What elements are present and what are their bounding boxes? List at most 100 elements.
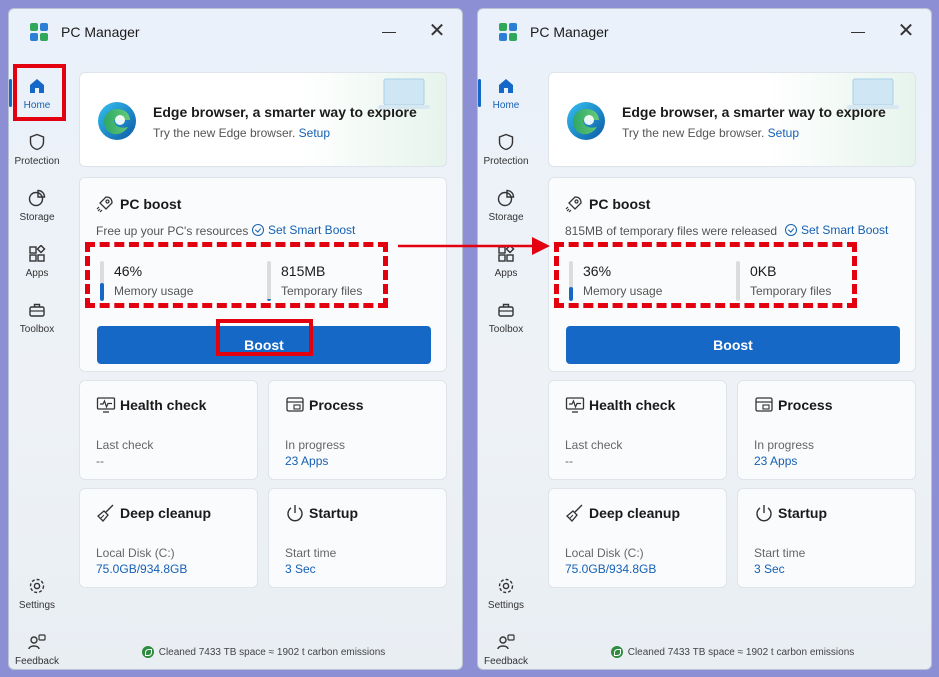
toolbox-icon <box>496 300 516 320</box>
sidebar-nav: Home Protection Storage Apps Toolbox Set… <box>9 65 65 669</box>
sidebar-item-apps[interactable]: Apps <box>9 233 65 289</box>
smart-boost-icon <box>785 224 797 236</box>
startup-value: 3 Sec <box>285 562 316 576</box>
sidebar-item-home[interactable]: Home <box>9 65 65 121</box>
gear-icon <box>27 576 47 596</box>
deep-cleanup-card[interactable]: Deep cleanup Local Disk (C:) 75.0GB/934.… <box>79 488 258 588</box>
process-card[interactable]: Process In progress 23 Apps <box>268 380 447 480</box>
temporary-files-bar <box>736 261 740 301</box>
process-value: 23 Apps <box>754 454 798 468</box>
close-button[interactable]: ✕ <box>895 21 917 43</box>
sidebar-item-label: Protection <box>14 155 60 167</box>
deep-cleanup-title: Deep cleanup <box>589 505 681 521</box>
sidebar-item-label: Toolbox <box>19 323 55 335</box>
carbon-footer: Cleaned 7433 TB space ≈ 1902 t carbon em… <box>65 646 462 658</box>
temporary-files-bar <box>267 261 271 301</box>
edge-promo-card[interactable]: Edge browser, a smarter way to explore T… <box>548 72 916 167</box>
set-smart-boost-link[interactable]: Set Smart Boost <box>785 223 888 237</box>
set-smart-boost-link[interactable]: Set Smart Boost <box>252 223 355 237</box>
deep-cleanup-value: 75.0GB/934.8GB <box>96 562 188 576</box>
minimize-button[interactable] <box>378 21 400 43</box>
pc-boost-card: PC boost Free up your PC's resources Set… <box>79 177 447 372</box>
memory-usage-fill <box>569 286 573 301</box>
startup-card[interactable]: Startup Start time 3 Sec <box>268 488 447 588</box>
shield-icon <box>496 132 516 152</box>
transition-arrow-icon <box>398 237 550 255</box>
edge-setup-link[interactable]: Setup <box>299 126 330 140</box>
laptop-illustration-icon <box>378 78 430 109</box>
sidebar-item-settings[interactable]: Settings <box>478 565 534 621</box>
sidebar-item-protection[interactable]: Protection <box>9 121 65 177</box>
sidebar-item-toolbox[interactable]: Toolbox <box>9 289 65 345</box>
pc-boost-description: Free up your PC's resources <box>96 224 249 238</box>
close-button[interactable]: ✕ <box>426 21 448 43</box>
sidebar-item-label: Storage <box>488 211 524 223</box>
pc-boost-card: PC boost 815MB of temporary files were r… <box>548 177 916 372</box>
sidebar-item-feedback[interactable]: Feedback <box>478 621 534 669</box>
app-title: PC Manager <box>61 24 140 40</box>
carbon-footer-text: Cleaned 7433 TB space ≈ 1902 t carbon em… <box>158 646 386 658</box>
smart-boost-label: Set Smart Boost <box>801 223 889 237</box>
pc-manager-logo-icon <box>30 23 48 41</box>
edge-logo-icon <box>567 102 605 140</box>
edge-setup-link[interactable]: Setup <box>768 126 799 140</box>
process-icon <box>286 397 304 412</box>
process-icon <box>755 397 773 412</box>
health-check-value: -- <box>565 454 573 468</box>
startup-card[interactable]: Startup Start time 3 Sec <box>737 488 916 588</box>
rocket-icon <box>96 196 113 213</box>
sidebar-nav: Home Protection Storage Apps Toolbox Set… <box>478 65 534 669</box>
health-check-card[interactable]: Health check Last check -- <box>548 380 727 480</box>
sidebar-item-label: Apps <box>25 267 49 279</box>
boost-button[interactable]: Boost <box>566 326 900 364</box>
carbon-footer: Cleaned 7433 TB space ≈ 1902 t carbon em… <box>534 646 931 658</box>
temporary-files-label: Temporary files <box>750 284 832 298</box>
apps-grid-icon <box>27 244 47 264</box>
health-check-card[interactable]: Health check Last check -- <box>79 380 258 480</box>
process-value: 23 Apps <box>285 454 329 468</box>
health-check-label: Last check <box>96 438 154 452</box>
startup-value: 3 Sec <box>754 562 785 576</box>
memory-usage-bar <box>569 261 573 301</box>
carbon-footer-text: Cleaned 7433 TB space ≈ 1902 t carbon em… <box>627 646 855 658</box>
temporary-files-value: 0KB <box>750 263 777 279</box>
sidebar-item-storage[interactable]: Storage <box>9 177 65 233</box>
boost-button[interactable]: Boost <box>97 326 431 364</box>
pc-boost-title: PC boost <box>589 196 651 212</box>
edge-logo-icon <box>98 102 136 140</box>
pc-boost-title: PC boost <box>120 196 182 212</box>
leaf-icon <box>610 646 623 658</box>
temporary-files-value: 815MB <box>281 263 326 279</box>
leaf-icon <box>141 646 154 658</box>
edge-promo-subtitle: Try the new Edge browser. Setup <box>153 126 330 140</box>
sidebar-item-toolbox[interactable]: Toolbox <box>478 289 534 345</box>
sidebar-item-label: Settings <box>18 599 56 611</box>
sidebar-item-label: Feedback <box>484 655 528 667</box>
process-label: In progress <box>754 438 815 452</box>
process-title: Process <box>309 397 364 413</box>
titlebar: PC Manager ✕ <box>9 9 462 55</box>
memory-usage-bar <box>100 261 104 301</box>
sidebar-item-label: Protection <box>483 155 529 167</box>
smart-boost-icon <box>252 224 264 236</box>
sidebar-item-storage[interactable]: Storage <box>478 177 534 233</box>
minimize-button[interactable] <box>847 21 869 43</box>
feedback-icon <box>27 632 47 652</box>
process-card[interactable]: Process In progress 23 Apps <box>737 380 916 480</box>
sidebar-item-settings[interactable]: Settings <box>9 565 65 621</box>
titlebar: PC Manager ✕ <box>478 9 931 55</box>
sidebar-item-feedback[interactable]: Feedback <box>9 621 65 669</box>
deep-cleanup-card[interactable]: Deep cleanup Local Disk (C:) 75.0GB/934.… <box>548 488 727 588</box>
app-title: PC Manager <box>530 24 609 40</box>
deep-cleanup-value: 75.0GB/934.8GB <box>565 562 657 576</box>
health-check-title: Health check <box>589 397 676 413</box>
edge-promo-card[interactable]: Edge browser, a smarter way to explore T… <box>79 72 447 167</box>
memory-usage-label: Memory usage <box>114 284 194 298</box>
edge-promo-text: Try the new Edge browser. <box>622 126 765 140</box>
rocket-icon <box>565 196 582 213</box>
deep-cleanup-label: Local Disk (C:) <box>96 546 175 560</box>
sidebar-item-label: Home <box>23 99 51 111</box>
pie-chart-icon <box>27 188 47 208</box>
sidebar-item-home[interactable]: Home <box>478 65 534 121</box>
sidebar-item-protection[interactable]: Protection <box>478 121 534 177</box>
